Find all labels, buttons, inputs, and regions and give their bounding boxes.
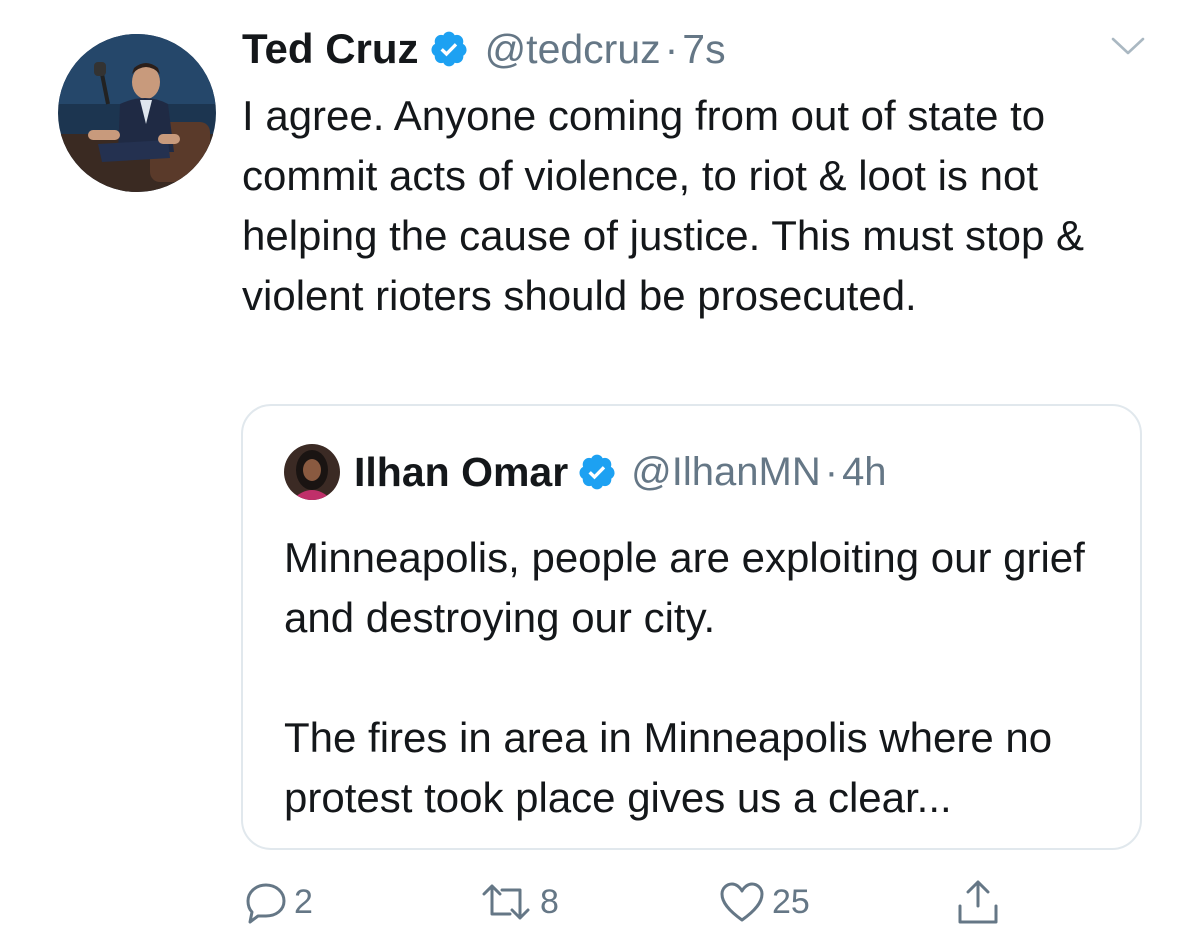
tweet-timestamp[interactable]: 7s	[682, 26, 725, 73]
reply-icon	[246, 883, 286, 924]
tweet[interactable]: Ted Cruz @tedcruz · 7s I agree. Anyone c…	[0, 0, 1200, 947]
reply-count: 2	[294, 882, 313, 921]
quoted-paragraph: The fires in area in Minneapolis where n…	[284, 714, 1053, 821]
reply-button[interactable]: 2	[244, 872, 313, 932]
share-button[interactable]	[954, 872, 1002, 932]
heart-icon	[720, 882, 764, 922]
author-avatar[interactable]	[58, 34, 216, 192]
like-count: 25	[772, 882, 810, 921]
quoted-author-name: Ilhan Omar	[354, 448, 569, 495]
chevron-down-icon[interactable]	[1110, 34, 1146, 58]
quoted-tweet-timestamp: 4h	[842, 449, 887, 494]
share-icon	[958, 880, 998, 924]
author-handle[interactable]: @tedcruz	[485, 26, 661, 73]
retweet-icon	[482, 884, 530, 920]
retweet-count: 8	[540, 882, 559, 921]
quoted-header-separator: ·	[824, 449, 839, 494]
tweet-header: Ted Cruz @tedcruz · 7s	[242, 24, 726, 74]
header-separator: ·	[664, 25, 679, 72]
like-button[interactable]: 25	[718, 872, 810, 932]
quoted-paragraph: Minneapolis, people are exploiting our g…	[284, 534, 1085, 641]
tweet-text: I agree. Anyone coming from out of state…	[242, 92, 1085, 319]
quoted-tweet[interactable]: Ilhan Omar @IlhanMN · 4h Minneapolis, pe…	[241, 404, 1142, 850]
verified-badge-icon	[579, 454, 615, 490]
quoted-tweet-header: Ilhan Omar @IlhanMN · 4h	[284, 442, 887, 502]
retweet-button[interactable]: 8	[478, 872, 559, 932]
author-name[interactable]: Ted Cruz	[242, 25, 419, 73]
quoted-author-avatar	[284, 444, 340, 500]
verified-badge-icon	[431, 31, 467, 67]
tweet-actions: 2 8 25	[0, 872, 1200, 932]
quoted-author-handle: @IlhanMN	[631, 449, 821, 494]
quoted-tweet-text: Minneapolis, people are exploiting our g…	[284, 528, 1114, 828]
